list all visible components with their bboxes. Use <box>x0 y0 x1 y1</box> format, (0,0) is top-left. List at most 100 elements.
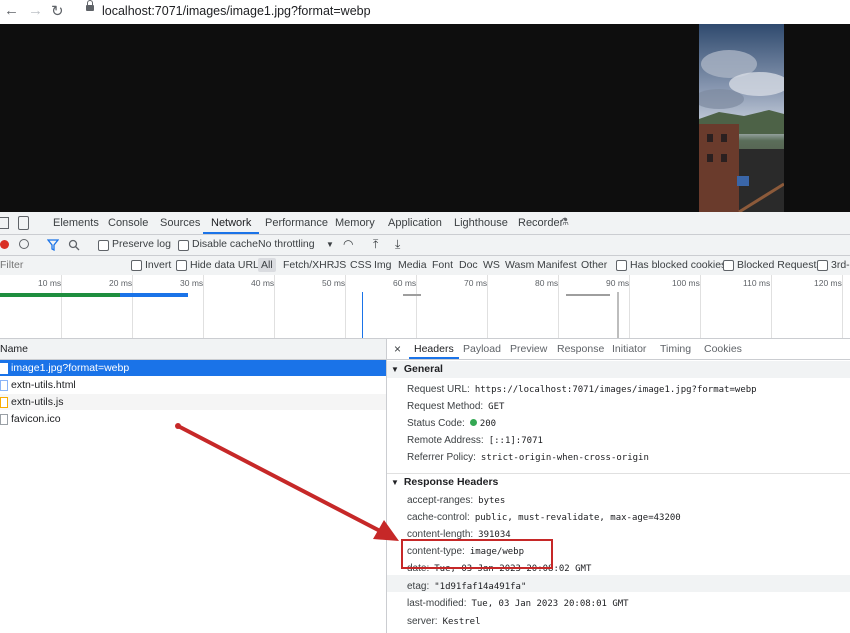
flask-icon: ⚗ <box>560 217 569 228</box>
chevron-down-icon[interactable]: ▼ <box>326 240 334 249</box>
timeline-tick: 40 ms <box>251 278 275 288</box>
header-key: etag: <box>407 581 430 592</box>
hide-data-urls-checkbox[interactable] <box>176 260 187 271</box>
filter-input[interactable] <box>0 258 118 271</box>
timeline-tick: 120 ms <box>814 278 842 288</box>
timeline-bar <box>403 294 421 296</box>
tab-headers[interactable]: Headers <box>409 339 459 359</box>
header-key: Status Code: <box>407 418 465 429</box>
preserve-log-checkbox[interactable] <box>98 240 109 251</box>
request-list: Name image1.jpg?format=webp extn-utils.h… <box>0 339 387 633</box>
highlight-box <box>401 539 553 569</box>
tab-sources[interactable]: Sources <box>160 212 200 234</box>
type-filter-all[interactable]: All <box>258 258 276 272</box>
type-filter-img[interactable]: Img <box>374 259 392 271</box>
header-row: etag: "1d91faf14a491fa" <box>407 578 526 595</box>
network-toolbar: Preserve log Disable cache No throttling… <box>0 235 850 256</box>
tab-payload[interactable]: Payload <box>463 339 501 359</box>
timeline-bar <box>0 293 120 297</box>
blocked-requests-checkbox[interactable] <box>723 260 734 271</box>
network-conditions-icon[interactable]: ◠ <box>343 237 353 251</box>
tab-lighthouse[interactable]: Lighthouse <box>454 212 508 234</box>
status-ok-icon <box>469 419 477 426</box>
type-filter-fetch[interactable]: Fetch/XHR <box>283 259 334 271</box>
search-icon[interactable] <box>68 239 80 251</box>
load-marker <box>617 292 619 338</box>
third-party-label: 3rd- <box>831 259 850 271</box>
request-name: favicon.ico <box>11 413 61 425</box>
record-icon[interactable] <box>0 240 9 249</box>
inspect-icon[interactable] <box>0 217 9 229</box>
invert-label: Invert <box>145 259 172 271</box>
request-row[interactable]: extn-utils.js <box>0 394 386 410</box>
disable-cache-checkbox[interactable] <box>178 240 189 251</box>
request-row[interactable]: extn-utils.html <box>0 377 386 393</box>
request-name: image1.jpg?format=webp <box>11 362 130 374</box>
header-row: server: Kestrel <box>407 613 481 630</box>
address-bar[interactable]: localhost:7071/images/image1.jpg?format=… <box>102 4 371 18</box>
import-icon[interactable]: ⤒ <box>373 237 378 252</box>
type-filter-js[interactable]: JS <box>334 259 346 271</box>
third-party-checkbox[interactable] <box>817 260 828 271</box>
type-filter-wasm[interactable]: Wasm <box>505 259 534 271</box>
header-key: last-modified: <box>407 598 467 609</box>
file-icon <box>0 380 8 391</box>
invert-checkbox[interactable] <box>131 260 142 271</box>
devtools-panel: Elements Console Sources Network Perform… <box>0 212 850 633</box>
response-headers-title: Response Headers <box>403 476 499 488</box>
tab-application[interactable]: Application <box>388 212 442 234</box>
header-key: accept-ranges: <box>407 495 474 506</box>
timeline-gridline <box>700 275 701 338</box>
tab-preview[interactable]: Preview <box>510 339 547 359</box>
tab-memory[interactable]: Memory <box>335 212 375 234</box>
caret-down-icon: ▼ <box>391 478 399 487</box>
file-icon <box>0 397 8 408</box>
general-section-header[interactable]: ▼ General <box>387 361 850 378</box>
tab-timing[interactable]: Timing <box>660 339 691 359</box>
tab-network[interactable]: Network <box>203 212 260 234</box>
tab-initiator[interactable]: Initiator <box>612 339 646 359</box>
response-headers-section-header[interactable]: ▼ Response Headers <box>387 473 850 491</box>
page-viewport <box>0 24 850 212</box>
request-row[interactable]: image1.jpg?format=webp <box>0 360 386 376</box>
tab-response[interactable]: Response <box>557 339 604 359</box>
device-toolbar-icon[interactable] <box>18 216 29 230</box>
type-filter-font[interactable]: Font <box>432 259 453 271</box>
dom-content-loaded-marker <box>362 292 363 338</box>
type-filter-media[interactable]: Media <box>398 259 427 271</box>
preserve-log-label: Preserve log <box>112 238 171 250</box>
timeline-gridline <box>771 275 772 338</box>
timeline-bar <box>566 294 610 296</box>
tab-elements[interactable]: Elements <box>53 212 99 234</box>
type-filter-other[interactable]: Other <box>581 259 607 271</box>
blocked-cookies-label: Has blocked cookies <box>630 259 727 271</box>
back-button[interactable]: ← <box>4 2 19 19</box>
export-icon[interactable]: ⤓ <box>395 237 400 252</box>
filter-icon[interactable] <box>47 239 59 251</box>
type-filter-ws[interactable]: WS <box>483 259 500 271</box>
header-value: https://localhost:7071/images/image1.jpg… <box>474 385 757 395</box>
tab-performance[interactable]: Performance <box>265 212 328 234</box>
header-value: "1d91faf14a491fa" <box>434 582 527 592</box>
request-list-header[interactable]: Name <box>0 339 386 360</box>
type-filter-doc[interactable]: Doc <box>459 259 478 271</box>
type-filter-css[interactable]: CSS <box>350 259 372 271</box>
timeline-tick: 70 ms <box>464 278 488 288</box>
request-row[interactable]: favicon.ico <box>0 411 386 427</box>
request-name: extn-utils.html <box>11 379 76 391</box>
tab-console[interactable]: Console <box>108 212 148 234</box>
tab-recorder[interactable]: Recorder <box>518 212 563 234</box>
clear-icon[interactable] <box>19 239 29 249</box>
close-icon[interactable]: × <box>394 339 401 359</box>
name-column-header[interactable]: Name <box>0 343 28 355</box>
forward-button[interactable]: → <box>28 2 43 19</box>
reload-button[interactable]: ↻ <box>51 2 64 20</box>
header-value: Tue, 03 Jan 2023 20:08:01 GMT <box>471 599 629 609</box>
type-filter-manifest[interactable]: Manifest <box>537 259 577 271</box>
tab-cookies[interactable]: Cookies <box>704 339 742 359</box>
header-value: [::1]:7071 <box>488 436 543 446</box>
lock-icon <box>86 0 94 11</box>
blocked-cookies-checkbox[interactable] <box>616 260 627 271</box>
throttling-select[interactable]: No throttling <box>258 238 315 250</box>
header-value: strict-origin-when-cross-origin <box>480 453 649 463</box>
